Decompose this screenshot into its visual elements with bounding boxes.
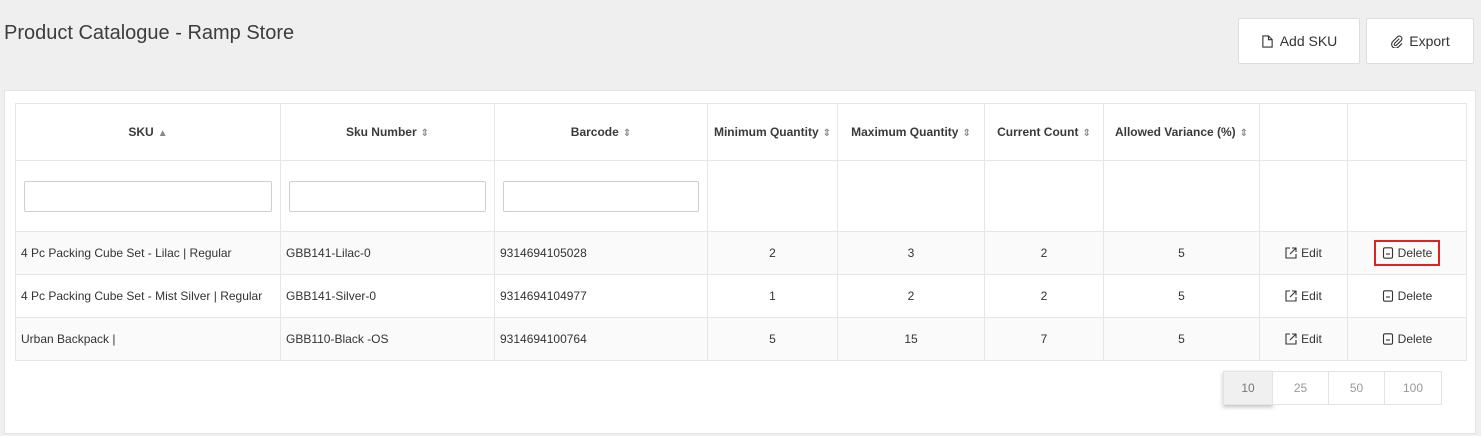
sort-icon: ⇕ [1082,128,1091,139]
cell-barcode: 9314694105028 [494,231,708,275]
add-sku-button[interactable]: Add SKU [1238,18,1360,64]
page-size-10[interactable]: 10 [1223,371,1273,405]
col-sku-number[interactable]: Sku Number ⇕ [280,103,495,161]
sku-filter-input[interactable] [24,180,272,212]
sku-table: SKU ▲ Sku Number ⇕ Barcode ⇕ Minimum Quanti… [15,103,1467,361]
cell-count: 2 [984,231,1104,275]
barcode-filter-input[interactable] [503,180,699,212]
delete-button[interactable]: Delete [1376,285,1439,307]
sort-icon: ⇕ [420,128,430,139]
filter-row [15,160,1467,232]
col-edit [1259,103,1348,161]
edit-button[interactable]: Edit [1279,328,1328,350]
page-size-selector: 10 25 50 100 [1223,371,1442,405]
cell-variance: 5 [1103,274,1260,318]
edit-button[interactable]: Edit [1279,242,1328,264]
document-icon [1382,290,1393,302]
page-title: Product Catalogue - Ramp Store [4,22,295,44]
cell-min: 1 [707,274,838,318]
cell-barcode: 9314694104977 [494,274,708,318]
header-row: SKU ▲ Sku Number ⇕ Barcode ⇕ Minimum Quanti… [15,103,1467,161]
col-sku[interactable]: SKU ▲ [15,103,281,161]
sort-icon: ⇕ [962,128,971,139]
catalogue-card: SKU ▲ Sku Number ⇕ Barcode ⇕ Minimum Quanti… [4,90,1476,434]
page-size-50[interactable]: 50 [1328,371,1385,405]
paperclip-icon [1391,35,1403,48]
cell-sku-number: GBB110-Black -OS [280,317,495,361]
document-icon [1382,333,1393,345]
cell-max: 2 [837,274,985,318]
edit-button[interactable]: Edit [1279,285,1328,307]
external-edit-icon [1285,247,1297,259]
cell-variance: 5 [1103,231,1260,275]
col-min-qty[interactable]: Minimum Quantity ⇕ [707,103,838,161]
cell-sku: 4 Pc Packing Cube Set - Lilac | Regular [15,231,281,275]
sort-icon: ⇕ [822,128,832,139]
cell-max: 3 [837,231,985,275]
export-button[interactable]: Export [1366,18,1474,64]
col-variance[interactable]: Allowed Variance (%) ⇕ [1103,103,1260,161]
table-row: Urban Backpack | GBB110-Black -OS 931469… [15,317,1467,361]
cell-variance: 5 [1103,317,1260,361]
add-sku-label: Add SKU [1279,33,1338,49]
table-row: 4 Pc Packing Cube Set - Lilac | Regular … [15,231,1467,275]
sort-asc-icon: ▲ [157,128,168,139]
file-icon [1262,34,1273,48]
cell-min: 2 [707,231,838,275]
sort-icon: ⇕ [1239,128,1249,139]
cell-sku-number: GBB141-Silver-0 [280,274,495,318]
col-max-qty[interactable]: Maximum Quantity ⇕ [837,103,985,161]
document-icon [1382,247,1393,259]
cell-min: 5 [707,317,838,361]
cell-sku: Urban Backpack | [15,317,281,361]
cell-count: 2 [984,274,1104,318]
delete-button[interactable]: Delete [1373,240,1441,266]
page-size-25[interactable]: 25 [1272,371,1329,405]
delete-button[interactable]: Delete [1376,328,1439,350]
col-delete [1347,103,1467,161]
export-label: Export [1409,33,1450,49]
cell-max: 15 [837,317,985,361]
cell-count: 7 [984,317,1104,361]
external-edit-icon [1285,333,1297,345]
col-barcode[interactable]: Barcode ⇕ [494,103,708,161]
sku-number-filter-input[interactable] [289,180,486,212]
col-current-count[interactable]: Current Count ⇕ [984,103,1104,161]
cell-sku: 4 Pc Packing Cube Set - Mist Silver | Re… [15,274,281,318]
cell-barcode: 9314694100764 [494,317,708,361]
external-edit-icon [1285,290,1297,302]
sort-icon: ⇕ [622,128,632,139]
page-size-100[interactable]: 100 [1384,371,1442,405]
cell-sku-number: GBB141-Lilac-0 [280,231,495,275]
table-row: 4 Pc Packing Cube Set - Mist Silver | Re… [15,274,1467,318]
